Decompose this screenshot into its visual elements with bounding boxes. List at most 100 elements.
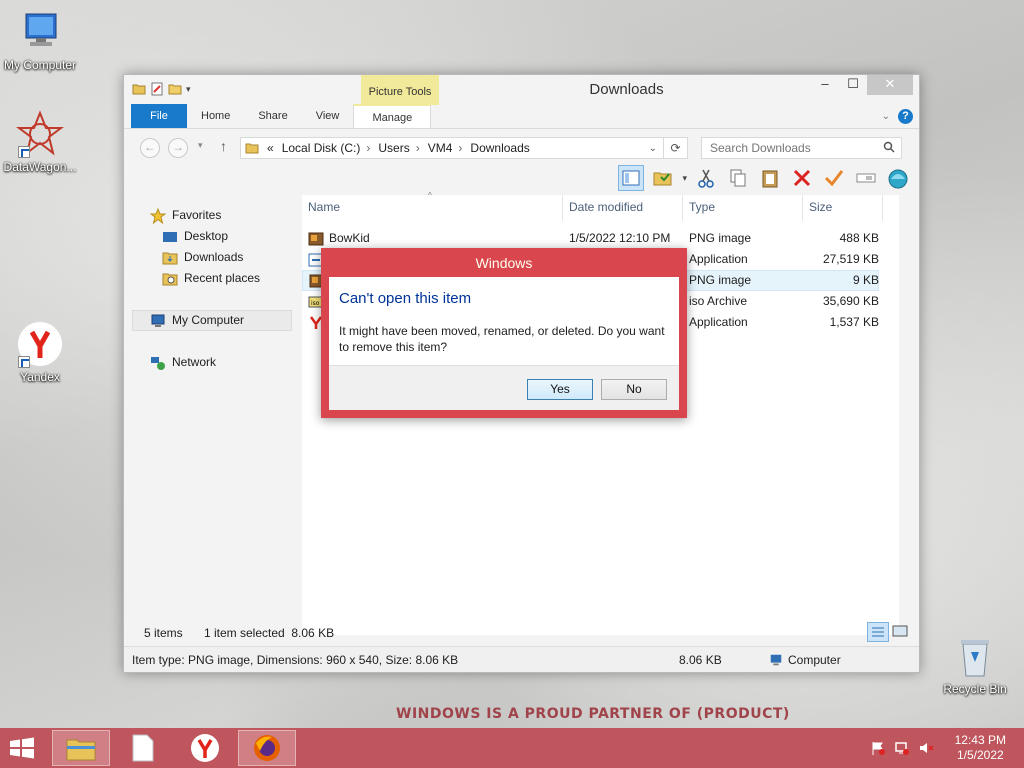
maximize-button[interactable]: ☐ bbox=[839, 75, 867, 95]
title-bar: ▾ Picture Tools Downloads – ☐ ✕ bbox=[124, 75, 919, 107]
breadcrumb-local-disk[interactable]: Local Disk (C:) bbox=[282, 141, 361, 155]
product-red-watermark: WINDOWS IS A PROUD PARTNER OF (PRODUCT) bbox=[396, 706, 790, 722]
desktop-icon-label: Yandex bbox=[20, 370, 60, 384]
desktop-icon-my-computer[interactable]: My Computer bbox=[0, 8, 80, 72]
details-view-icon[interactable] bbox=[867, 622, 889, 642]
tab-share[interactable]: Share bbox=[244, 104, 301, 128]
clock-time: 12:43 PM bbox=[954, 733, 1006, 747]
selection-info: 1 item selected 8.06 KB bbox=[204, 626, 335, 640]
system-tray bbox=[870, 740, 934, 756]
nav-downloads[interactable]: Downloads bbox=[132, 247, 292, 268]
cut-icon[interactable] bbox=[693, 165, 719, 191]
shell-icon[interactable] bbox=[885, 165, 911, 191]
file-size: 27,519 KB bbox=[822, 252, 879, 266]
breadcrumb-users[interactable]: Users bbox=[378, 141, 409, 155]
speaker-muted-icon[interactable] bbox=[918, 740, 934, 756]
nav-favorites[interactable]: Favorites bbox=[132, 205, 292, 226]
file-row[interactable]: BowKid 1/5/2022 12:10 PM PNG image 488 K… bbox=[302, 228, 879, 249]
column-header-type[interactable]: Type bbox=[689, 200, 715, 214]
taskbar-notepad[interactable] bbox=[114, 730, 172, 766]
up-button[interactable]: ↑ bbox=[220, 138, 227, 154]
move-dropdown-icon[interactable]: ▾ bbox=[682, 173, 687, 184]
nav-recent-places[interactable]: Recent places bbox=[132, 268, 292, 289]
firefox-icon bbox=[254, 735, 280, 761]
file-explorer-icon bbox=[66, 739, 96, 761]
tab-view[interactable]: View bbox=[302, 104, 354, 128]
tab-file[interactable]: File bbox=[131, 104, 187, 128]
file-type: iso Archive bbox=[689, 294, 748, 308]
address-prefix: « bbox=[267, 141, 274, 155]
column-header-date[interactable]: Date modified bbox=[569, 200, 643, 214]
paste-icon[interactable] bbox=[757, 165, 783, 191]
yes-button[interactable]: Yes bbox=[527, 379, 593, 400]
desktop-icon-recycle-bin[interactable]: Recycle Bin bbox=[935, 632, 1015, 696]
delete-icon[interactable] bbox=[789, 165, 815, 191]
nav-label: Downloads bbox=[184, 250, 244, 264]
yandex-browser-icon bbox=[191, 734, 219, 762]
taskbar-file-explorer[interactable] bbox=[52, 730, 110, 766]
windows-start-icon[interactable] bbox=[8, 737, 36, 759]
ribbon-right-controls: ⌄ ? bbox=[882, 109, 913, 124]
command-toolbar: ▾ bbox=[124, 163, 919, 193]
item-size: 8.06 KB bbox=[679, 653, 722, 667]
close-button[interactable]: ✕ bbox=[867, 75, 913, 95]
forward-button[interactable]: → bbox=[168, 138, 188, 158]
preview-pane-icon[interactable] bbox=[618, 165, 645, 191]
back-button[interactable]: ← bbox=[140, 138, 160, 158]
file-size: 488 KB bbox=[839, 231, 879, 245]
search-input[interactable] bbox=[710, 141, 870, 155]
address-bar[interactable]: « Local Disk (C:) › Users › VM4 › Downlo… bbox=[240, 137, 664, 159]
file-type: PNG image bbox=[689, 273, 752, 287]
shortcut-arrow-icon bbox=[18, 146, 30, 158]
item-count: 5 items bbox=[144, 626, 183, 640]
folder-icon bbox=[245, 143, 259, 154]
desktop-icon-label: Recycle Bin bbox=[943, 682, 1007, 696]
move-to-icon[interactable] bbox=[650, 165, 676, 191]
large-icons-view-icon[interactable] bbox=[891, 623, 911, 641]
search-box[interactable] bbox=[701, 137, 902, 159]
nav-label: Desktop bbox=[184, 229, 229, 243]
taskbar-clock[interactable]: 12:43 PM 1/5/2022 bbox=[955, 733, 1006, 763]
no-button[interactable]: No bbox=[601, 379, 667, 400]
rename-icon[interactable] bbox=[853, 165, 879, 191]
nav-network[interactable]: Network bbox=[132, 352, 292, 373]
column-header-size[interactable]: Size bbox=[809, 200, 832, 214]
item-location: Computer bbox=[788, 653, 841, 667]
taskbar-firefox[interactable] bbox=[238, 730, 296, 766]
breadcrumb-separator-icon[interactable]: › bbox=[366, 141, 370, 155]
nav-label: My Computer bbox=[172, 313, 245, 327]
ribbon-tabs: File Home Share View Manage ⌄ ? bbox=[124, 104, 919, 129]
minimize-button[interactable]: – bbox=[811, 75, 839, 95]
nav-my-computer[interactable]: My Computer bbox=[132, 310, 292, 331]
breadcrumb-separator-icon[interactable]: › bbox=[416, 141, 420, 155]
desktop-icon-label: DataWagon... bbox=[3, 160, 77, 174]
file-size: 35,690 KB bbox=[822, 294, 879, 308]
tab-home[interactable]: Home bbox=[187, 104, 244, 128]
help-icon[interactable]: ? bbox=[898, 109, 913, 124]
desktop-icon-yandex[interactable]: Yandex bbox=[0, 320, 80, 384]
action-center-flag-icon[interactable] bbox=[870, 740, 886, 756]
datawagon-logo-icon bbox=[16, 110, 64, 158]
nav-label: Network bbox=[172, 355, 217, 369]
breadcrumb-downloads[interactable]: Downloads bbox=[470, 141, 529, 155]
png-file-icon bbox=[308, 232, 324, 246]
desktop-icon-datawagon[interactable]: DataWagon... bbox=[0, 110, 80, 174]
file-name: BowKid bbox=[329, 231, 370, 245]
details-bar: Item type: PNG image, Dimensions: 960 x … bbox=[124, 646, 919, 672]
recent-locations-icon[interactable]: ▾ bbox=[198, 140, 203, 151]
checkmark-icon[interactable] bbox=[821, 165, 847, 191]
network-status-icon[interactable] bbox=[894, 740, 910, 756]
refresh-button[interactable]: ⟳ bbox=[664, 137, 688, 159]
nav-desktop[interactable]: Desktop bbox=[132, 226, 292, 247]
breadcrumb-vm4[interactable]: VM4 bbox=[428, 141, 453, 155]
address-dropdown-icon[interactable]: ⌄ bbox=[649, 143, 657, 154]
expand-ribbon-icon[interactable]: ⌄ bbox=[882, 111, 890, 122]
taskbar-yandex[interactable] bbox=[176, 730, 234, 766]
file-type: Application bbox=[689, 252, 748, 266]
network-icon bbox=[151, 356, 165, 370]
tab-manage[interactable]: Manage bbox=[353, 104, 432, 128]
status-bar: 5 items 1 item selected 8.06 KB bbox=[124, 622, 919, 644]
copy-icon[interactable] bbox=[725, 165, 751, 191]
column-header-name[interactable]: Name bbox=[308, 200, 340, 214]
breadcrumb-separator-icon[interactable]: › bbox=[458, 141, 462, 155]
